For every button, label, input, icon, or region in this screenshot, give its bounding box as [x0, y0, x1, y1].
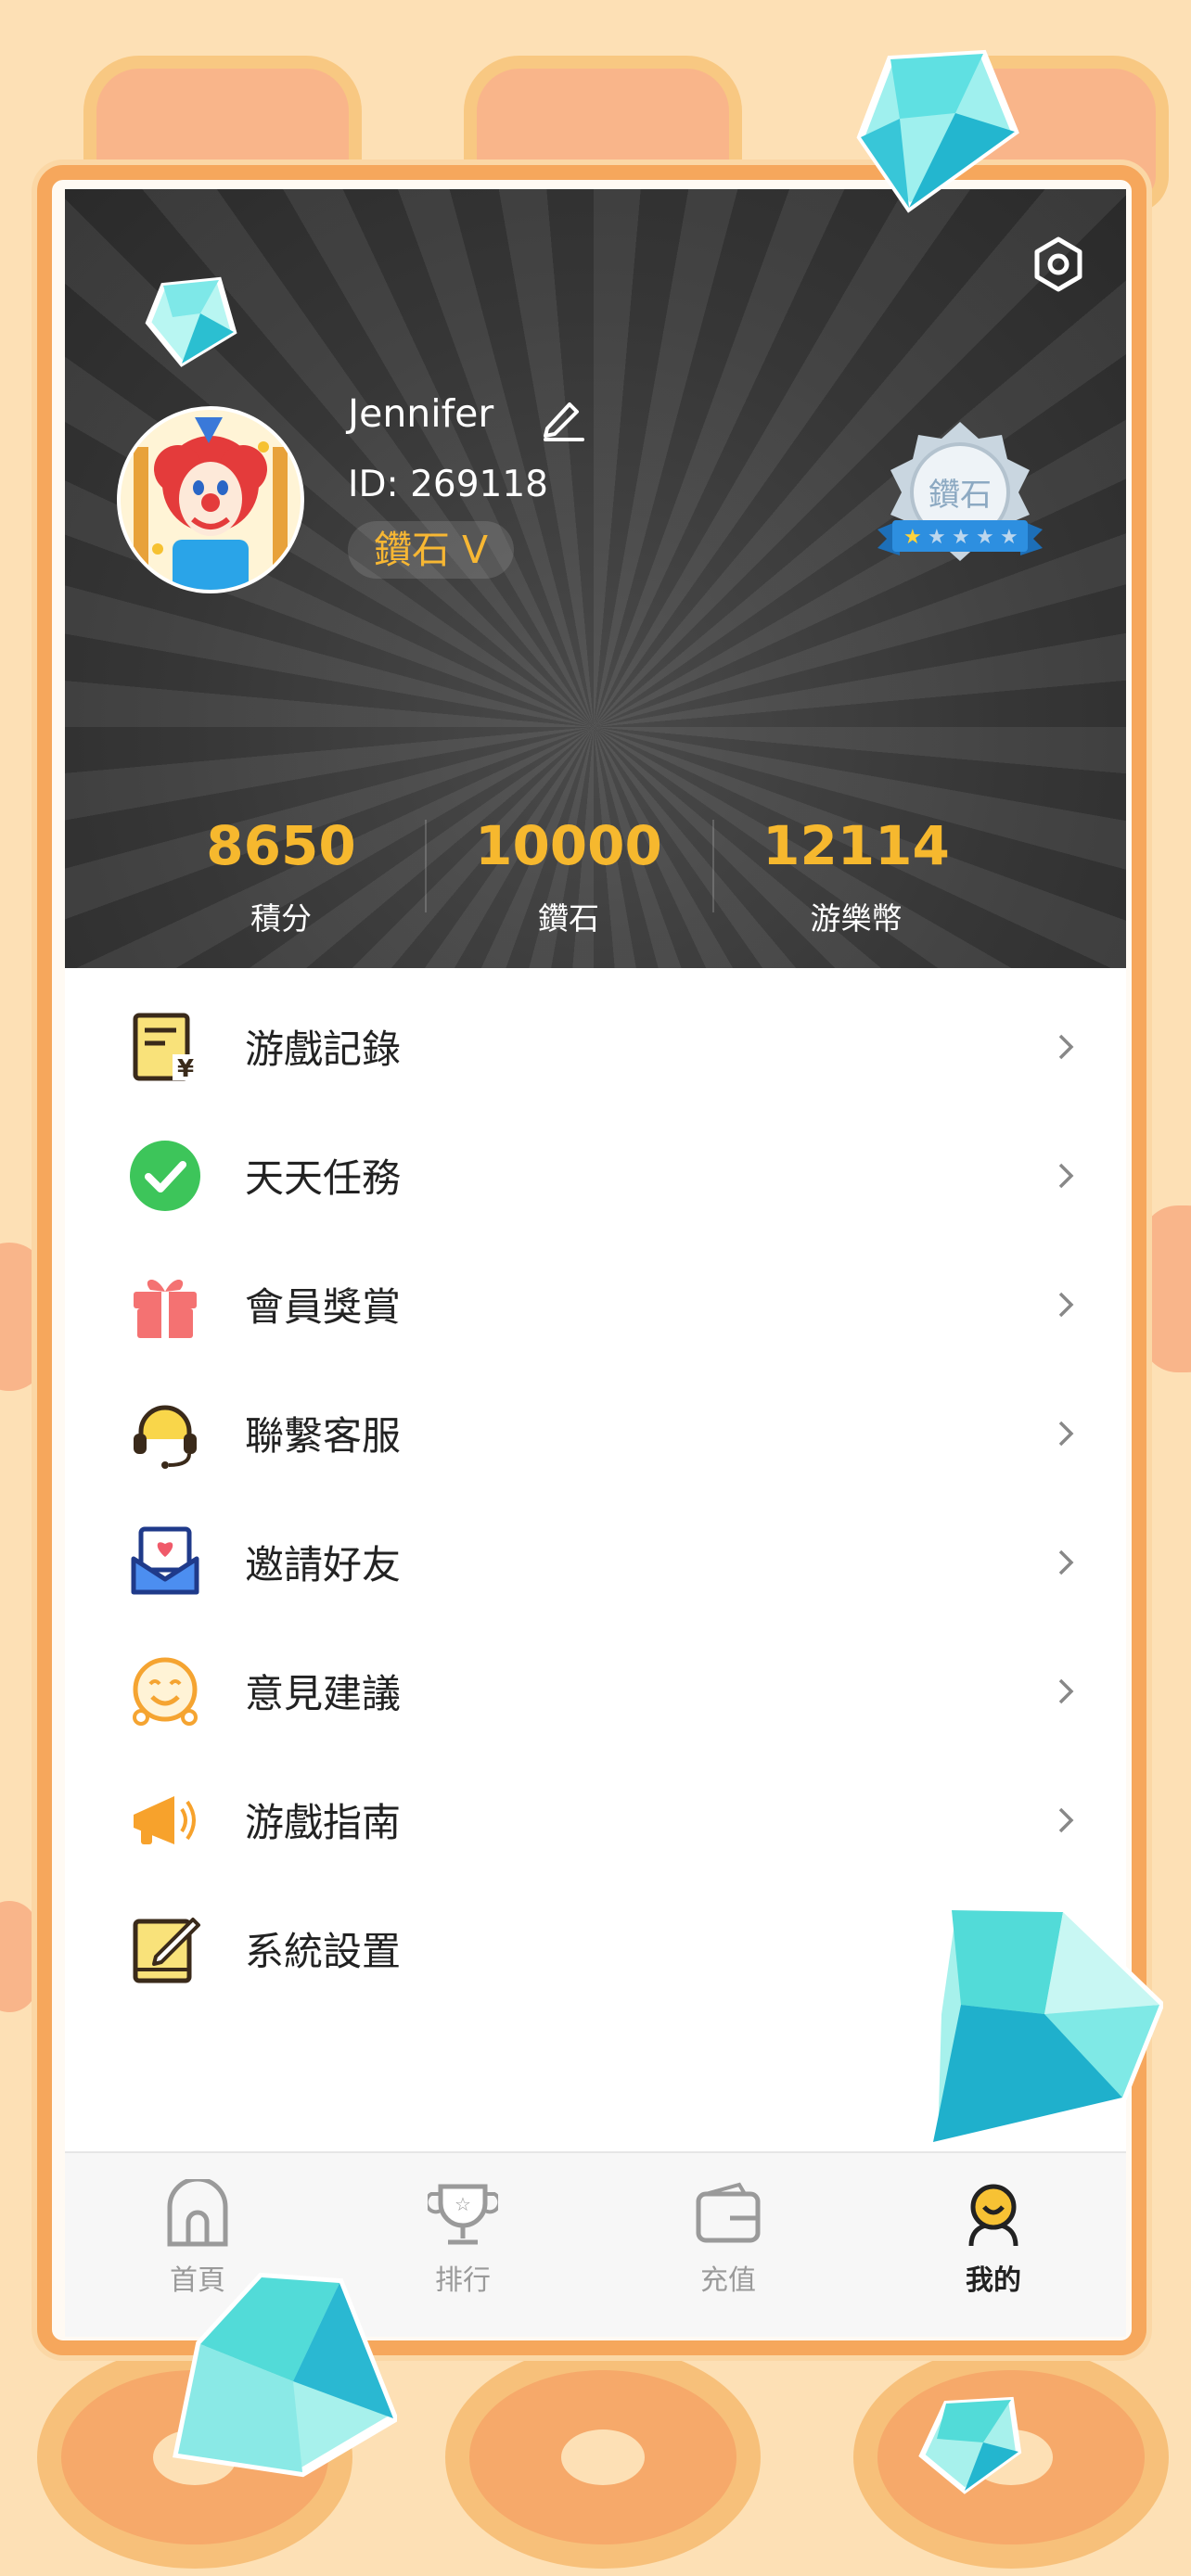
- stat-value: 10000: [475, 814, 662, 877]
- menu-label: 天天任務: [245, 1155, 402, 1201]
- diamond-decoration-top: [856, 49, 1019, 213]
- profile-icon: [968, 2184, 1018, 2247]
- menu-item-feedback[interactable]: 意見建議: [65, 1626, 1126, 1755]
- menu-list: ¥ 游戲記錄 天天任務 會員獎賞 聯繫客服 邀請好友 意見建議 游戲指南 系統設…: [65, 982, 1126, 2013]
- menu-label: 游戲指南: [245, 1800, 402, 1845]
- svg-text:☆: ☆: [455, 2193, 471, 2215]
- settings-gear-icon[interactable]: [1030, 236, 1087, 293]
- small-diamond-decoration: [145, 276, 237, 367]
- chevron-right-icon: [1058, 1549, 1074, 1575]
- tab-label: 排行: [435, 2264, 491, 2297]
- diamond-medal-icon: 鑽石 ★ ★ ★ ★ ★: [877, 422, 1043, 561]
- clown-avatar-image: [121, 410, 301, 590]
- menu-item-daily-tasks[interactable]: 天天任務: [65, 1111, 1126, 1240]
- menu-item-invite-friends[interactable]: 邀請好友: [65, 1498, 1126, 1626]
- svg-text:★: ★: [903, 526, 922, 549]
- chevron-right-icon: [1058, 1034, 1074, 1059]
- stat-diamonds[interactable]: 10000 鑽石: [425, 801, 712, 940]
- menu-label: 游戲記錄: [245, 1027, 402, 1072]
- diamond-decoration-right: [928, 1905, 1163, 2149]
- profile-header: Jennifer ID: 269118 鑽石 V 鑽石 ★ ★ ★ ★ ★ 86…: [65, 189, 1126, 968]
- tab-label: 充值: [700, 2264, 756, 2297]
- medal-text: 鑽石: [928, 477, 992, 514]
- donut-decoration: [445, 2346, 761, 2569]
- menu-label: 會員獎賞: [245, 1284, 402, 1330]
- svg-text:¥: ¥: [177, 1055, 194, 1083]
- stat-label: 游樂幣: [810, 900, 903, 937]
- menu-item-member-rewards[interactable]: 會員獎賞: [65, 1240, 1126, 1369]
- chevron-right-icon: [1058, 1292, 1074, 1317]
- tab-label: 我的: [966, 2264, 1021, 2297]
- side-decoration: [1141, 1205, 1191, 1372]
- stat-label: 鑽石: [538, 900, 599, 937]
- home-icon: [167, 2179, 228, 2247]
- stat-points[interactable]: 8650 積分: [137, 801, 425, 940]
- diamond-decoration-bottom-left: [173, 2272, 397, 2478]
- diamond-decoration-small-bottom: [918, 2396, 1022, 2494]
- menu-item-game-guide[interactable]: 游戲指南: [65, 1755, 1126, 1884]
- chevron-right-icon: [1058, 1678, 1074, 1703]
- chevron-right-icon: [1058, 1421, 1074, 1446]
- chevron-right-icon: [1058, 1807, 1074, 1832]
- tab-recharge[interactable]: 充值: [596, 2153, 861, 2337]
- edit-name-icon[interactable]: [536, 391, 588, 443]
- avatar[interactable]: [117, 406, 304, 593]
- game-record-icon: ¥: [133, 1013, 198, 1083]
- side-decoration: [0, 1901, 37, 2012]
- menu-label: 系統設置: [245, 1929, 402, 1974]
- user-id: ID: 269118: [348, 464, 548, 505]
- svg-text:★: ★: [1000, 526, 1018, 549]
- menu-item-customer-service[interactable]: 聯繫客服: [65, 1369, 1126, 1498]
- stat-game-coins[interactable]: 12114 游樂幣: [712, 801, 1000, 940]
- wallet-icon: [696, 2182, 761, 2243]
- menu-label: 聯繫客服: [245, 1413, 402, 1459]
- svg-text:★: ★: [928, 526, 946, 549]
- daily-task-check-icon: [130, 1140, 200, 1211]
- megaphone-icon: [134, 1795, 196, 1844]
- stat-label: 積分: [250, 900, 312, 937]
- settings-note-icon: [133, 1917, 200, 1983]
- ranking-trophy-icon: ☆: [428, 2184, 498, 2245]
- username: Jennifer: [348, 391, 494, 436]
- svg-text:★: ★: [952, 526, 970, 549]
- menu-label: 邀請好友: [245, 1542, 402, 1588]
- invite-mail-icon: [131, 1526, 199, 1594]
- smiley-icon: [133, 1657, 198, 1726]
- vip-level-badge: 鑽石 V: [348, 521, 515, 579]
- gift-icon: [134, 1279, 197, 1338]
- stats-row: 8650 積分 10000 鑽石 12114 游樂幣: [137, 801, 1000, 940]
- svg-text:★: ★: [976, 526, 994, 549]
- menu-label: 意見建議: [245, 1671, 402, 1716]
- headset-icon: [134, 1405, 197, 1469]
- stat-value: 8650: [206, 814, 356, 877]
- chevron-right-icon: [1058, 1163, 1074, 1188]
- menu-item-game-record[interactable]: ¥ 游戲記錄: [65, 982, 1126, 1111]
- stat-value: 12114: [762, 814, 950, 877]
- tab-mine[interactable]: 我的: [861, 2153, 1126, 2337]
